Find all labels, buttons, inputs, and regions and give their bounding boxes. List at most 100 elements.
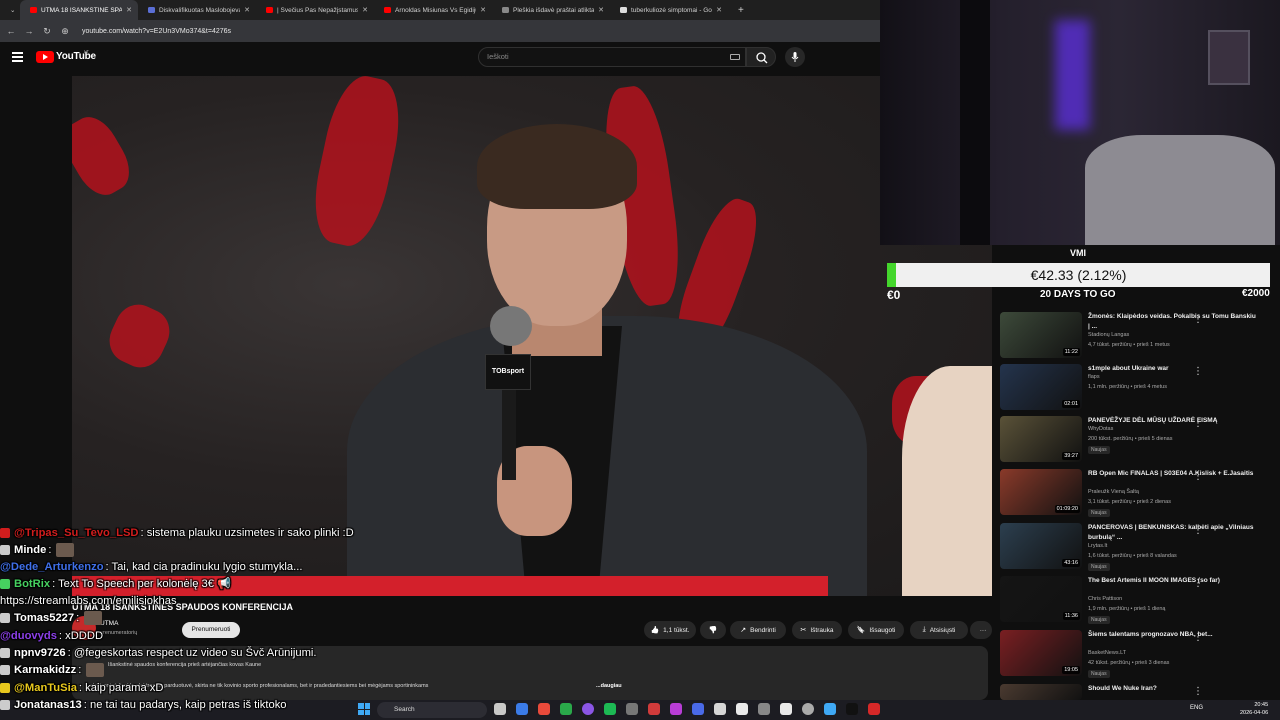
video-thumbnail[interactable]	[1000, 684, 1082, 700]
tab-close-icon[interactable]: ✕	[716, 6, 722, 14]
taskbar-app-icon[interactable]	[582, 703, 594, 715]
browser-tab[interactable]: Diskvalifikuotas Maslobojevas ✕	[138, 0, 256, 20]
more-options-icon[interactable]: ⋮	[1193, 578, 1203, 589]
like-button[interactable]: 👍 1,1 tūkst.	[644, 621, 696, 639]
recommended-channel[interactable]: flaps	[1088, 374, 1100, 380]
video-thumbnail[interactable]: 19:05	[1000, 630, 1082, 676]
taskbar-app-icon[interactable]	[714, 703, 726, 715]
tab-close-icon[interactable]: ✕	[598, 6, 604, 14]
tab-close-icon[interactable]: ✕	[126, 6, 132, 14]
video-thumbnail[interactable]: 39:27	[1000, 416, 1082, 462]
recommended-video[interactable]: 11:22 Žmonės: Klaipėdos veidas. Pokalbis …	[1000, 312, 1270, 362]
recommended-video[interactable]: 19:05 Šiems talentams prognozavo NBA, bet…	[1000, 630, 1270, 680]
taskbar-app-icon[interactable]	[780, 703, 792, 715]
taskbar-app-icon[interactable]	[494, 703, 506, 715]
clock[interactable]: 20:45 2026-04-06	[1240, 701, 1268, 717]
chat-badge-icon	[0, 613, 10, 623]
video-thumbnail[interactable]: 11:22	[1000, 312, 1082, 358]
more-options-icon[interactable]: ⋮	[1193, 471, 1203, 482]
download-button[interactable]: ⤓ Atsisiųsti	[910, 621, 968, 639]
recommended-title[interactable]: PANEVĖŽYJE DĖL MŪSŲ UŽDARĖ EISMĄ	[1088, 416, 1258, 426]
taskbar-app-icon[interactable]	[846, 703, 858, 715]
windows-start-icon[interactable]	[358, 703, 370, 715]
share-button[interactable]: ↗ Bendrinti	[730, 621, 786, 639]
youtube-logo-icon[interactable]	[36, 51, 54, 63]
more-options-icon[interactable]: ⋮	[1193, 314, 1203, 325]
more-options-icon[interactable]: ⋮	[1193, 418, 1203, 429]
recommended-channel[interactable]: Lrytas.lt	[1088, 543, 1107, 549]
taskbar-app-icon[interactable]	[802, 703, 814, 715]
recommended-channel[interactable]: Stadionų Langas	[1088, 332, 1129, 338]
recommended-channel[interactable]: Chris Pattison	[1088, 596, 1122, 602]
language-indicator[interactable]: ENG	[1190, 705, 1203, 711]
save-button[interactable]: 🔖 Išsaugoti	[848, 621, 904, 639]
recommended-title[interactable]: RB Open Mic FINALAS | S03E04 A.Kislisk +…	[1088, 469, 1258, 479]
back-icon[interactable]: ←	[6, 26, 16, 36]
search-button[interactable]	[746, 47, 776, 67]
show-more-link[interactable]: ...daugiau	[596, 683, 622, 689]
tab-close-icon[interactable]: ✕	[362, 6, 368, 14]
recommended-video[interactable]: 01:09:20 RB Open Mic FINALAS | S03E04 A.K…	[1000, 469, 1270, 519]
taskbar-app-icon[interactable]	[736, 703, 748, 715]
site-info-icon[interactable]: ⊕	[60, 26, 70, 37]
video-thumbnail[interactable]: 11:36	[1000, 576, 1082, 622]
clip-button[interactable]: ✂ Ištrauka	[792, 621, 842, 639]
browser-tab[interactable]: tuberkuliozė simptomai - Goo ✕	[610, 0, 728, 20]
browser-tab[interactable]: | Svečius Pas Nepažįstamus IRL✕	[256, 0, 374, 20]
more-options-icon[interactable]: ⋮	[1193, 525, 1203, 536]
recommended-title[interactable]: Šiems talentams prognozavo NBA, bet...	[1088, 630, 1258, 640]
duration-badge: 11:36	[1062, 612, 1080, 620]
recommended-title[interactable]: The Best Artemis II MOON IMAGES (so far)	[1088, 576, 1258, 586]
keyboard-icon[interactable]	[730, 54, 740, 60]
recommended-video[interactable]: 39:27 PANEVĖŽYJE DĖL MŪSŲ UŽDARĖ EISMĄ Why…	[1000, 416, 1270, 466]
search-input[interactable]: Ieškoti	[478, 47, 746, 67]
tab-close-icon[interactable]: ✕	[480, 6, 486, 14]
channel-name[interactable]: UTMA	[100, 620, 118, 627]
browser-tab[interactable]: Arnoldas Misiunas Vs Egidijus ✕	[374, 0, 492, 20]
voice-search-button[interactable]	[785, 47, 805, 67]
browser-tab[interactable]: Pleškia išdavė praštai atliktas p✕	[492, 0, 610, 20]
recommended-channel[interactable]: Praleužk Vieną Šaltą	[1088, 489, 1139, 495]
youtube-logo-text[interactable]: YouTube	[56, 51, 96, 62]
more-options-icon[interactable]: ⋮	[1193, 632, 1203, 643]
video-player[interactable]: TOBsport	[72, 76, 992, 596]
recommended-title[interactable]: Žmonės: Klaipėdos veidas. Pokalbis su To…	[1088, 312, 1258, 331]
taskbar-app-icon[interactable]	[538, 703, 550, 715]
new-tab-button[interactable]: +	[728, 0, 750, 20]
taskbar-app-icon[interactable]	[626, 703, 638, 715]
taskbar-app-icon[interactable]	[692, 703, 704, 715]
recommended-channel[interactable]: WhyDotas	[1088, 426, 1113, 432]
recommended-video[interactable]: 43:16 PANCEROVAS | BENKUNSKAS: kalbėti ap…	[1000, 523, 1270, 573]
taskbar-app-icon[interactable]	[758, 703, 770, 715]
dislike-button[interactable]: 👎	[700, 621, 726, 639]
more-button[interactable]: ···	[970, 621, 992, 639]
taskbar-app-icon[interactable]	[648, 703, 660, 715]
url-field[interactable]: youtube.com/watch?v=E2Un3VMo374&t=4276s	[82, 28, 231, 35]
subscribe-button[interactable]: Prenumeruoti	[182, 622, 240, 638]
more-options-icon[interactable]: ⋮	[1193, 686, 1203, 697]
taskbar-app-icon[interactable]	[560, 703, 572, 715]
taskbar-app-icon[interactable]	[824, 703, 836, 715]
tab-close-icon[interactable]: ✕	[244, 6, 250, 14]
more-options-icon[interactable]: ⋮	[1193, 366, 1203, 377]
tab-list-icon[interactable]: ⌄	[0, 0, 20, 20]
recommended-video[interactable]: 11:36 The Best Artemis II MOON IMAGES (so…	[1000, 576, 1270, 626]
recommended-title[interactable]: Should We Nuke Iran?	[1088, 684, 1258, 694]
recommended-channel[interactable]: BasketNews.LT	[1088, 650, 1126, 656]
taskbar-app-icon[interactable]	[604, 703, 616, 715]
taskbar-search[interactable]: Search	[377, 702, 487, 718]
video-thumbnail[interactable]: 01:09:20	[1000, 469, 1082, 515]
taskbar-app-icon[interactable]	[868, 703, 880, 715]
recommended-title[interactable]: PANCEROVAS | BENKUNSKAS: kalbėti apie „V…	[1088, 523, 1258, 542]
taskbar-app-icon[interactable]	[670, 703, 682, 715]
browser-tab[interactable]: UTMA 18 IŠANKSTINĖ SPAUDOS✕	[20, 0, 138, 20]
video-thumbnail[interactable]: 02:01	[1000, 364, 1082, 410]
recommended-video[interactable]: Should We Nuke Iran? ⋮	[1000, 684, 1270, 700]
recommended-video[interactable]: 02:01 s1mple about Ukraine war flaps 1,1 ml…	[1000, 364, 1270, 414]
forward-icon[interactable]: →	[24, 26, 34, 36]
taskbar-app-icon[interactable]	[516, 703, 528, 715]
hamburger-menu-icon[interactable]	[12, 52, 23, 62]
video-thumbnail[interactable]: 43:16	[1000, 523, 1082, 569]
recommended-title[interactable]: s1mple about Ukraine war	[1088, 364, 1258, 374]
reload-icon[interactable]: ↻	[42, 26, 52, 37]
